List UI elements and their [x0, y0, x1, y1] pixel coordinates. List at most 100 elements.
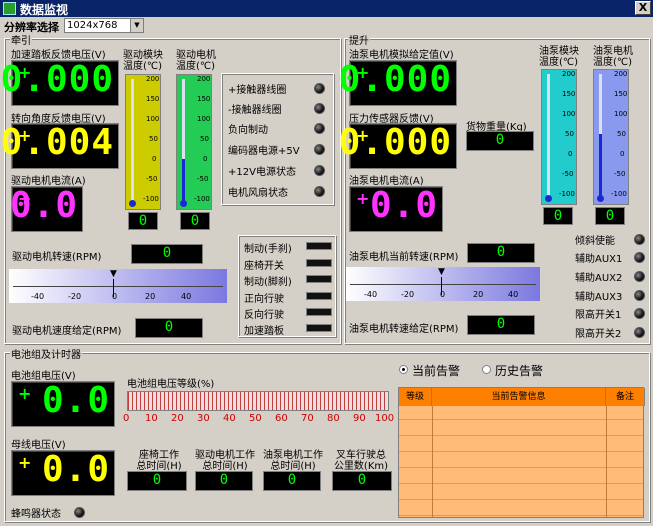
lift-indicator-label: 辅助AUX3 — [575, 292, 623, 303]
lift-indicator-label: 倾斜使能 — [575, 236, 615, 247]
chevron-down-icon[interactable]: ▼ — [130, 19, 143, 32]
resolution-select[interactable]: 1024x768 ▼ — [64, 18, 144, 33]
status-led — [634, 252, 645, 263]
drive-current-value: 0.0 — [9, 185, 78, 226]
status-led — [634, 290, 645, 301]
buzzer-led — [74, 507, 85, 518]
alarm-table[interactable]: 等级 当前告警信息 备注 — [398, 387, 645, 518]
resolution-value: 1024x768 — [67, 20, 118, 31]
pump-given-display: + 0.000 — [339, 59, 457, 106]
traction-group-title: 牵引 — [10, 32, 32, 47]
timer-value: 0 — [263, 471, 321, 491]
drive-speed-set-label: 驱动电机速度给定(RPM) — [12, 326, 122, 337]
title-bar: 数据监视 X — [0, 0, 653, 17]
switch-label: 制动(手刹) — [244, 244, 292, 255]
switch-label: 加速踏板 — [244, 326, 284, 337]
switch-indicator — [306, 242, 332, 250]
timer-label: 公里数(Km) — [333, 461, 389, 472]
status-led — [314, 186, 325, 197]
switch-indicator — [306, 324, 332, 332]
status-led — [634, 308, 645, 319]
drive-motor-temp-label: 驱动电机 温度(℃) — [176, 50, 216, 72]
timer-value: 0 — [127, 471, 187, 491]
status-led — [634, 234, 645, 245]
pump-current-display: + 0.0 — [349, 185, 443, 232]
pump-speed-label: 油泵电机当前转速(RPM) — [349, 252, 459, 263]
pump-speed-set-label: 油泵电机转速给定(RPM) — [349, 324, 459, 335]
timer-label: 总时间(H) — [270, 461, 316, 472]
drive-speed-value: 0 — [131, 244, 203, 264]
slider-thumb-icon[interactable]: ▼ — [438, 267, 445, 277]
indicator-label: 电机风扇状态 — [228, 188, 288, 199]
status-led — [314, 103, 325, 114]
pump-module-thermometer: 200 150 100 50 0 -50 -100 — [541, 69, 577, 205]
lift-indicator-label: 限高开关2 — [575, 329, 622, 340]
close-button[interactable]: X — [635, 1, 651, 15]
pump-motor-temp-label: 油泵电机 温度(℃) — [593, 46, 633, 68]
switch-indicator — [306, 308, 332, 316]
indicator-label: +12V电源状态 — [228, 167, 296, 178]
status-led — [634, 327, 645, 338]
status-led — [314, 144, 325, 155]
pump-speed-slider[interactable]: ▼ -40 -20 0 20 40 — [346, 267, 540, 301]
pump-module-temp-label: 油泵模块 温度(℃) — [539, 46, 579, 68]
pump-module-temp-value: 0 — [543, 207, 573, 225]
voltage-level-label: 电池组电压等级(%) — [127, 379, 215, 390]
status-led — [314, 123, 325, 134]
drive-current-display: + 0.0 — [9, 185, 83, 232]
indicator-label: 编码器电源+5V — [228, 146, 300, 157]
app-icon — [3, 2, 16, 15]
switch-label: 座椅开关 — [244, 261, 284, 272]
voltage-level-scale: 0 10 20 30 40 50 60 70 80 90 100 — [123, 413, 395, 424]
drive-speed-set-value: 0 — [135, 318, 203, 338]
current-alarm-radio[interactable] — [399, 365, 408, 374]
bus-voltage-display: + 0.0 — [11, 449, 115, 496]
lift-indicator-label: 辅助AUX2 — [575, 273, 623, 284]
status-led — [634, 271, 645, 282]
drive-speed-label: 驱动电机转速(RPM) — [12, 252, 102, 263]
current-alarm-label[interactable]: 当前告警 — [412, 362, 460, 379]
voltage-level-bar — [127, 391, 389, 411]
pack-voltage-value: 0.0 — [41, 380, 110, 421]
switch-label: 制动(脚刹) — [244, 277, 292, 288]
drive-module-thermometer: 200 150 100 50 0 -50 -100 — [125, 74, 161, 210]
pump-current-value: 0.0 — [369, 185, 438, 226]
switch-label: 正向行驶 — [244, 294, 284, 305]
timer-label: 总时间(H) — [136, 461, 182, 472]
drive-speed-slider[interactable]: ▼ -40 -20 0 20 40 — [9, 269, 227, 303]
bus-voltage-sign: + — [18, 453, 32, 472]
battery-group-title: 电池组及计时器 — [10, 346, 82, 361]
steer-voltage-display: + 0.004 — [1, 122, 119, 169]
timer-value: 0 — [332, 471, 392, 491]
pump-current-sign: + — [356, 189, 370, 208]
alarm-col-note[interactable]: 备注 — [606, 388, 645, 406]
drive-module-temp-label: 驱动模块 温度(℃) — [123, 50, 163, 72]
pack-voltage-display: + 0.0 — [11, 380, 115, 427]
status-led — [314, 165, 325, 176]
lift-group-title: 提升 — [348, 32, 370, 47]
buzzer-label: 蜂鸣器状态 — [11, 509, 61, 520]
pressure-value: 0.000 — [338, 122, 452, 163]
timer-value: 0 — [195, 471, 253, 491]
pump-speed-value: 0 — [467, 243, 535, 263]
alarm-col-level[interactable]: 等级 — [399, 388, 432, 406]
accel-value: 0.000 — [0, 59, 114, 100]
history-alarm-radio[interactable] — [482, 365, 491, 374]
slider-thumb-icon[interactable]: ▼ — [110, 269, 117, 279]
indicator-label: -接触器线圈 — [228, 105, 282, 116]
history-alarm-label[interactable]: 历史告警 — [495, 362, 543, 379]
pressure-display: + 0.000 — [339, 122, 457, 169]
switch-indicator — [306, 292, 332, 300]
indicator-label: 负向制动 — [228, 125, 268, 136]
status-led — [314, 83, 325, 94]
pump-motor-thermometer: 200 150 100 50 0 -50 -100 — [593, 69, 629, 205]
pump-motor-temp-value: 0 — [595, 207, 625, 225]
accel-voltage-display: + 0.000 — [1, 59, 119, 106]
steer-value: 0.004 — [0, 122, 114, 163]
lift-indicator-label: 限高开关1 — [575, 310, 622, 321]
pack-voltage-sign: + — [18, 384, 32, 403]
alarm-col-info[interactable]: 当前告警信息 — [432, 388, 606, 406]
switch-indicator — [306, 259, 332, 267]
pump-given-value: 0.000 — [338, 59, 452, 100]
window-title: 数据监视 — [20, 3, 69, 17]
